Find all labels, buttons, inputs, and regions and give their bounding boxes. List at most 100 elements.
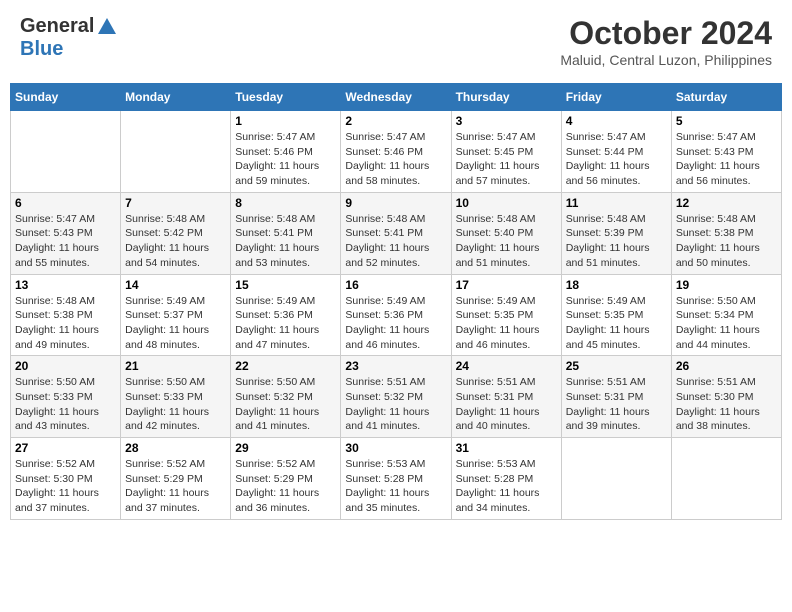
day-info: Sunrise: 5:48 AM Sunset: 5:38 PM Dayligh… [15,294,116,353]
day-info: Sunrise: 5:48 AM Sunset: 5:39 PM Dayligh… [566,212,667,271]
calendar-cell: 18Sunrise: 5:49 AM Sunset: 5:35 PM Dayli… [561,274,671,356]
day-number: 2 [345,114,446,128]
day-info: Sunrise: 5:51 AM Sunset: 5:31 PM Dayligh… [566,375,667,434]
day-number: 27 [15,441,116,455]
calendar-cell: 6Sunrise: 5:47 AM Sunset: 5:43 PM Daylig… [11,192,121,274]
month-title: October 2024 [560,15,772,52]
day-number: 8 [235,196,336,210]
calendar-cell: 1 Sunrise: 5:47 AM Sunset: 5:46 PM Daylig… [231,111,341,193]
calendar-cell [671,438,781,520]
weekday-header: Saturday [671,84,781,111]
day-number: 3 [456,114,557,128]
day-number: 6 [15,196,116,210]
calendar-cell: 12 Sunrise: 5:48 AM Sunset: 5:38 PM Dayli… [671,192,781,274]
calendar-week-row: 20 Sunrise: 5:50 AM Sunset: 5:33 PM Dayli… [11,356,782,438]
day-number: 26 [676,359,777,373]
day-number: 1 [235,114,336,128]
calendar-cell [11,111,121,193]
day-number: 31 [456,441,557,455]
day-number: 19 [676,278,777,292]
day-info: Sunrise: 5:47 AM Sunset: 5:46 PM Dayligh… [345,130,446,189]
calendar-cell: 11 Sunrise: 5:48 AM Sunset: 5:39 PM Dayli… [561,192,671,274]
calendar-cell: 31 Sunrise: 5:53 AM Sunset: 5:28 PM Dayli… [451,438,561,520]
day-number: 30 [345,441,446,455]
day-info: Sunrise: 5:48 AM Sunset: 5:40 PM Dayligh… [456,212,557,271]
calendar-cell: 5 Sunrise: 5:47 AM Sunset: 5:43 PM Daylig… [671,111,781,193]
calendar-cell: 16 Sunrise: 5:49 AM Sunset: 5:36 PM Dayli… [341,274,451,356]
day-info: Sunrise: 5:51 AM Sunset: 5:30 PM Dayligh… [676,375,777,434]
day-number: 25 [566,359,667,373]
calendar-cell: 4 Sunrise: 5:47 AM Sunset: 5:44 PM Daylig… [561,111,671,193]
calendar-week-row: 27 Sunrise: 5:52 AM Sunset: 5:30 PM Dayli… [11,438,782,520]
calendar-cell: 28 Sunrise: 5:52 AM Sunset: 5:29 PM Dayli… [121,438,231,520]
calendar-cell: 23 Sunrise: 5:51 AM Sunset: 5:32 PM Dayli… [341,356,451,438]
calendar-cell [121,111,231,193]
day-number: 28 [125,441,226,455]
day-number: 16 [345,278,446,292]
calendar-cell: 10 Sunrise: 5:48 AM Sunset: 5:40 PM Dayli… [451,192,561,274]
weekday-header: Sunday [11,84,121,111]
day-info: Sunrise: 5:47 AM Sunset: 5:43 PM Dayligh… [676,130,777,189]
calendar-cell: 13 Sunrise: 5:48 AM Sunset: 5:38 PM Dayli… [11,274,121,356]
calendar-cell: 30 Sunrise: 5:53 AM Sunset: 5:28 PM Dayli… [341,438,451,520]
day-info: Sunrise: 5:47 AM Sunset: 5:46 PM Dayligh… [235,130,336,189]
weekday-header-row: SundayMondayTuesdayWednesdayThursdayFrid… [11,84,782,111]
calendar-week-row: 13 Sunrise: 5:48 AM Sunset: 5:38 PM Dayli… [11,274,782,356]
day-info: Sunrise: 5:49 AM Sunset: 5:36 PM Dayligh… [235,294,336,353]
calendar: SundayMondayTuesdayWednesdayThursdayFrid… [10,83,782,520]
day-info: Sunrise: 5:51 AM Sunset: 5:32 PM Dayligh… [345,375,446,434]
calendar-cell: 19Sunrise: 5:50 AM Sunset: 5:34 PM Dayli… [671,274,781,356]
logo: General Blue [20,15,118,60]
day-number: 18 [566,278,667,292]
logo-general: General [20,15,94,37]
day-number: 20 [15,359,116,373]
day-info: Sunrise: 5:47 AM Sunset: 5:45 PM Dayligh… [456,130,557,189]
logo-icon [96,16,118,38]
day-number: 7 [125,196,226,210]
weekday-header: Thursday [451,84,561,111]
calendar-cell: 7Sunrise: 5:48 AM Sunset: 5:42 PM Daylig… [121,192,231,274]
calendar-cell: 22Sunrise: 5:50 AM Sunset: 5:32 PM Dayli… [231,356,341,438]
day-info: Sunrise: 5:52 AM Sunset: 5:30 PM Dayligh… [15,457,116,516]
day-number: 23 [345,359,446,373]
day-info: Sunrise: 5:50 AM Sunset: 5:33 PM Dayligh… [15,375,116,434]
day-info: Sunrise: 5:48 AM Sunset: 5:41 PM Dayligh… [235,212,336,271]
calendar-cell: 8 Sunrise: 5:48 AM Sunset: 5:41 PM Daylig… [231,192,341,274]
day-number: 17 [456,278,557,292]
logo-blue: Blue [20,38,118,60]
calendar-cell: 17Sunrise: 5:49 AM Sunset: 5:35 PM Dayli… [451,274,561,356]
day-info: Sunrise: 5:47 AM Sunset: 5:44 PM Dayligh… [566,130,667,189]
calendar-cell: 20 Sunrise: 5:50 AM Sunset: 5:33 PM Dayli… [11,356,121,438]
day-info: Sunrise: 5:49 AM Sunset: 5:36 PM Dayligh… [345,294,446,353]
day-number: 13 [15,278,116,292]
calendar-cell: 29Sunrise: 5:52 AM Sunset: 5:29 PM Dayli… [231,438,341,520]
title-block: October 2024 Maluid, Central Luzon, Phil… [560,15,772,68]
day-info: Sunrise: 5:48 AM Sunset: 5:38 PM Dayligh… [676,212,777,271]
calendar-cell: 14Sunrise: 5:49 AM Sunset: 5:37 PM Dayli… [121,274,231,356]
calendar-cell: 26 Sunrise: 5:51 AM Sunset: 5:30 PM Dayli… [671,356,781,438]
day-number: 15 [235,278,336,292]
calendar-cell: 2 Sunrise: 5:47 AM Sunset: 5:46 PM Daylig… [341,111,451,193]
weekday-header: Tuesday [231,84,341,111]
day-info: Sunrise: 5:52 AM Sunset: 5:29 PM Dayligh… [125,457,226,516]
calendar-cell: 9Sunrise: 5:48 AM Sunset: 5:41 PM Daylig… [341,192,451,274]
day-info: Sunrise: 5:53 AM Sunset: 5:28 PM Dayligh… [456,457,557,516]
day-number: 11 [566,196,667,210]
day-number: 12 [676,196,777,210]
calendar-cell: 24Sunrise: 5:51 AM Sunset: 5:31 PM Dayli… [451,356,561,438]
weekday-header: Friday [561,84,671,111]
day-number: 21 [125,359,226,373]
day-info: Sunrise: 5:50 AM Sunset: 5:33 PM Dayligh… [125,375,226,434]
calendar-cell: 21 Sunrise: 5:50 AM Sunset: 5:33 PM Dayli… [121,356,231,438]
calendar-cell [561,438,671,520]
calendar-cell: 27 Sunrise: 5:52 AM Sunset: 5:30 PM Dayli… [11,438,121,520]
weekday-header: Monday [121,84,231,111]
day-number: 4 [566,114,667,128]
day-number: 10 [456,196,557,210]
header: General Blue October 2024 Maluid, Centra… [10,10,782,73]
day-number: 29 [235,441,336,455]
calendar-cell: 25 Sunrise: 5:51 AM Sunset: 5:31 PM Dayli… [561,356,671,438]
weekday-header: Wednesday [341,84,451,111]
day-info: Sunrise: 5:53 AM Sunset: 5:28 PM Dayligh… [345,457,446,516]
day-number: 5 [676,114,777,128]
